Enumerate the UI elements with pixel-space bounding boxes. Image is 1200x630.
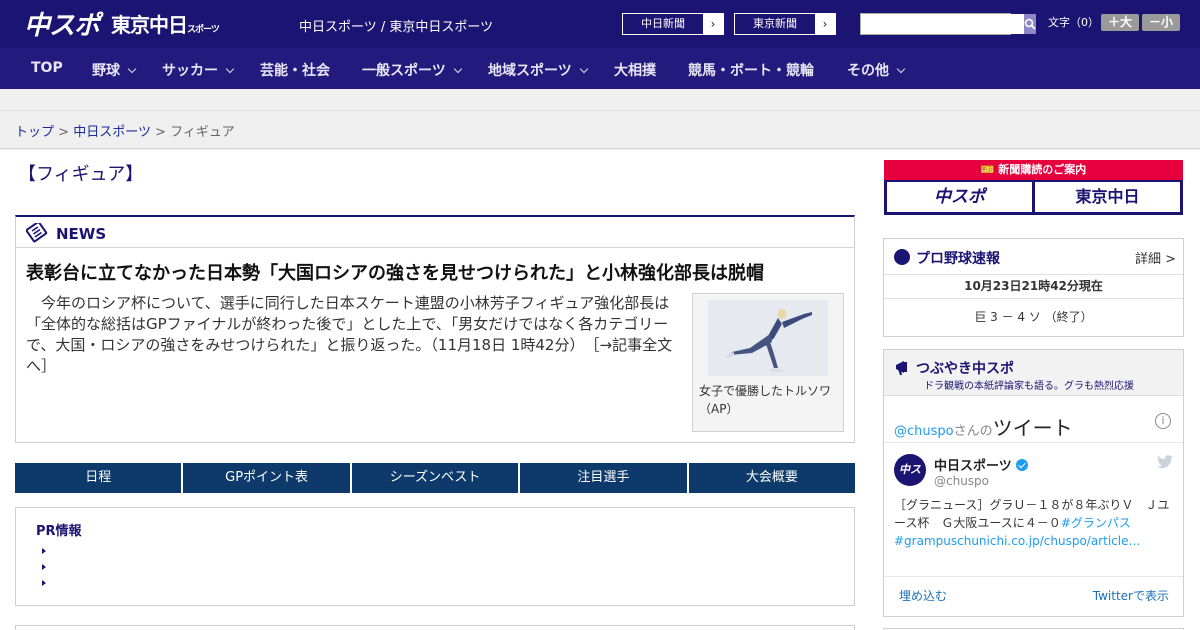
tweet-link[interactable]: #grampuschunichi.co.jp/chuspo/article…	[894, 534, 1140, 548]
nav-entertainment[interactable]: 芸能・社会	[260, 60, 330, 80]
chevron-down-icon	[225, 64, 235, 74]
tokyo-shimbun-button[interactable]: 東京新聞 ›	[734, 13, 836, 35]
embed-link[interactable]: 埋め込む	[899, 587, 947, 604]
timeline-handle-link[interactable]: @chuspo	[894, 424, 954, 439]
nav-sumo[interactable]: 大相撲	[614, 60, 656, 80]
subscribe-chuspo-button[interactable]: 中スポ	[887, 182, 1032, 212]
twitter-bird-icon[interactable]	[1157, 454, 1173, 473]
tweet-account-name[interactable]: 中日スポーツ	[934, 455, 1028, 474]
tab-featured-skaters[interactable]: 注目選手	[520, 463, 687, 493]
nav-general-sports[interactable]: 一般スポーツ	[362, 60, 462, 80]
baseball-score[interactable]: 巨 3 － 4 ソ （終了）	[884, 299, 1183, 335]
tweet-account-handle[interactable]: @chuspo	[934, 474, 989, 488]
logo-chuspo: 中スポ	[24, 9, 100, 40]
chevron-down-icon	[453, 64, 462, 74]
search-box	[860, 13, 1036, 35]
tab-season-best[interactable]: シーズンベスト	[351, 463, 519, 493]
nav-baseball[interactable]: 野球	[92, 60, 137, 80]
info-icon[interactable]: i	[1155, 413, 1171, 429]
baseball-details-link[interactable]: 詳細 >	[1135, 248, 1176, 267]
subscribe-tokyo-chunichi-button[interactable]: 東京中日	[1035, 182, 1180, 212]
baseball-header: プロ野球速報 詳細 >	[884, 239, 1183, 275]
site-header: 中スポ 東京中日スポーツ 中日スポーツ / 東京中日スポーツ 中日新聞 › 東京…	[0, 0, 1200, 48]
photo-caption: 女子で優勝したトルソワ（AP）	[699, 384, 832, 416]
breadcrumb-top[interactable]: トップ	[15, 125, 54, 140]
breadcrumb-bar: トップ > 中日スポーツ > フィギュア	[0, 111, 1200, 149]
baseball-icon	[894, 249, 910, 265]
subscription-title: 🎫 新聞購読のご案内	[884, 160, 1183, 180]
chevron-down-icon	[896, 64, 906, 74]
news-photo-box: 女子で優勝したトルソワ（AP）	[692, 293, 844, 432]
main-nav: TOP 野球 サッカー 芸能・社会 一般スポーツ 地域スポーツ 大相撲 競馬・ボ…	[0, 48, 1200, 89]
news-headline[interactable]: 表彰台に立てなかった日本勢「大国ロシアの強さを見せつけられた」と小林強化部長は脱…	[26, 259, 764, 285]
subscription-banner[interactable]: 🎫 新聞購読のご案内 中スポ 東京中日	[884, 160, 1183, 215]
news-label: NEWS	[56, 225, 107, 243]
figure-tabs: 日程 GPポイント表 シーズンベスト 注目選手 大会概要	[15, 463, 856, 493]
search-icon	[1024, 18, 1036, 30]
nav-top[interactable]: TOP	[31, 60, 63, 76]
nav-local-sports[interactable]: 地域スポーツ	[488, 60, 588, 80]
chevron-down-icon	[579, 64, 588, 74]
tweet-text: ［グラニュース］グラＵ－１８が８年ぶりＶ Ｊユース杯 Ｇ大阪ユースに４－０#グラ…	[894, 498, 1170, 548]
divider	[884, 442, 1183, 443]
pr-box: PR情報	[15, 507, 855, 606]
nav-racing[interactable]: 競馬・ボート・競輪	[688, 60, 814, 80]
tab-schedule[interactable]: 日程	[15, 463, 182, 493]
nav-soccer[interactable]: サッカー	[162, 60, 235, 80]
megaphone-icon	[894, 358, 912, 380]
news-body: 今年のロシア杯について、選手に同行した日本スケート連盟の小林芳子フィギュア強化部…	[26, 293, 686, 377]
search-button[interactable]	[1024, 14, 1036, 34]
site-tagline: 中日スポーツ / 東京中日スポーツ	[299, 20, 494, 35]
next-section	[15, 625, 855, 630]
chevron-right-icon: ›	[815, 14, 835, 34]
font-larger-button[interactable]: ＋大	[1101, 14, 1139, 31]
avatar[interactable]: 中ス	[894, 454, 926, 486]
baseball-scores-panel: プロ野球速報 詳細 > 10月23日21時42分現在 巨 3 － 4 ソ （終了…	[883, 238, 1184, 337]
twitter-timeline-heading: @chuspoさんのツイート	[894, 416, 1073, 440]
logo-tokyo-chunichi: 東京中日スポーツ	[111, 14, 220, 37]
hashtag-link[interactable]: #グランパス	[1061, 516, 1131, 530]
verified-badge-icon	[1015, 459, 1028, 471]
news-box: NEWS 表彰台に立てなかった日本勢「大国ロシアの強さを見せつけられた」と小林強…	[15, 215, 855, 443]
news-header: NEWS	[16, 217, 854, 248]
bullet-arrow-icon	[42, 548, 46, 554]
ticket-icon: 🎫	[980, 163, 995, 176]
news-photo[interactable]	[708, 300, 828, 376]
site-logo[interactable]: 中スポ 東京中日スポーツ	[24, 8, 220, 40]
breadcrumb: トップ > 中日スポーツ > フィギュア	[15, 121, 235, 140]
font-size-label: 文字（0）	[1048, 16, 1099, 29]
bullet-arrow-icon	[42, 580, 46, 586]
chunichi-shimbun-button[interactable]: 中日新聞 ›	[622, 13, 724, 35]
tab-gp-points[interactable]: GPポイント表	[183, 463, 350, 493]
breadcrumb-chunichi-sports[interactable]: 中日スポーツ	[73, 125, 151, 140]
newspaper-icon	[25, 221, 48, 247]
chevron-right-icon: ›	[703, 14, 723, 34]
news-body-text: 今年のロシア杯について、選手に同行した日本スケート連盟の小林芳子フィギュア強化部…	[26, 294, 670, 354]
search-input[interactable]	[861, 14, 1024, 34]
tsubuyaki-subtitle: ドラ観戦の本紙評論家も語る。グラも熱烈応援	[924, 381, 1134, 392]
pr-title: PR情報	[36, 524, 82, 539]
tsubuyaki-title: つぶやき中スポ	[916, 361, 1014, 377]
nav-other[interactable]: その他	[847, 60, 906, 80]
font-smaller-button[interactable]: －小	[1142, 14, 1180, 31]
tab-event-overview[interactable]: 大会概要	[688, 463, 856, 493]
view-on-twitter-link[interactable]: Twitterで表示	[1093, 587, 1169, 604]
bullet-arrow-icon	[42, 564, 46, 570]
breadcrumb-separator: >	[155, 125, 166, 140]
breadcrumb-current: フィギュア	[170, 125, 235, 140]
ad-strip	[0, 89, 1200, 111]
chevron-down-icon	[127, 64, 137, 74]
breadcrumb-separator: >	[58, 125, 70, 140]
tsubuyaki-panel: つぶやき中スポ ドラ観戦の本紙評論家も語る。グラも熱烈応援 @chuspoさんの…	[883, 349, 1184, 617]
page-title: 【フィギュア】	[18, 164, 144, 185]
baseball-updated-time: 10月23日21時42分現在	[884, 275, 1183, 299]
tsubuyaki-header: つぶやき中スポ ドラ観戦の本紙評論家も語る。グラも熱烈応援	[884, 350, 1183, 396]
divider	[884, 576, 1183, 577]
baseball-title: プロ野球速報	[916, 251, 1000, 267]
